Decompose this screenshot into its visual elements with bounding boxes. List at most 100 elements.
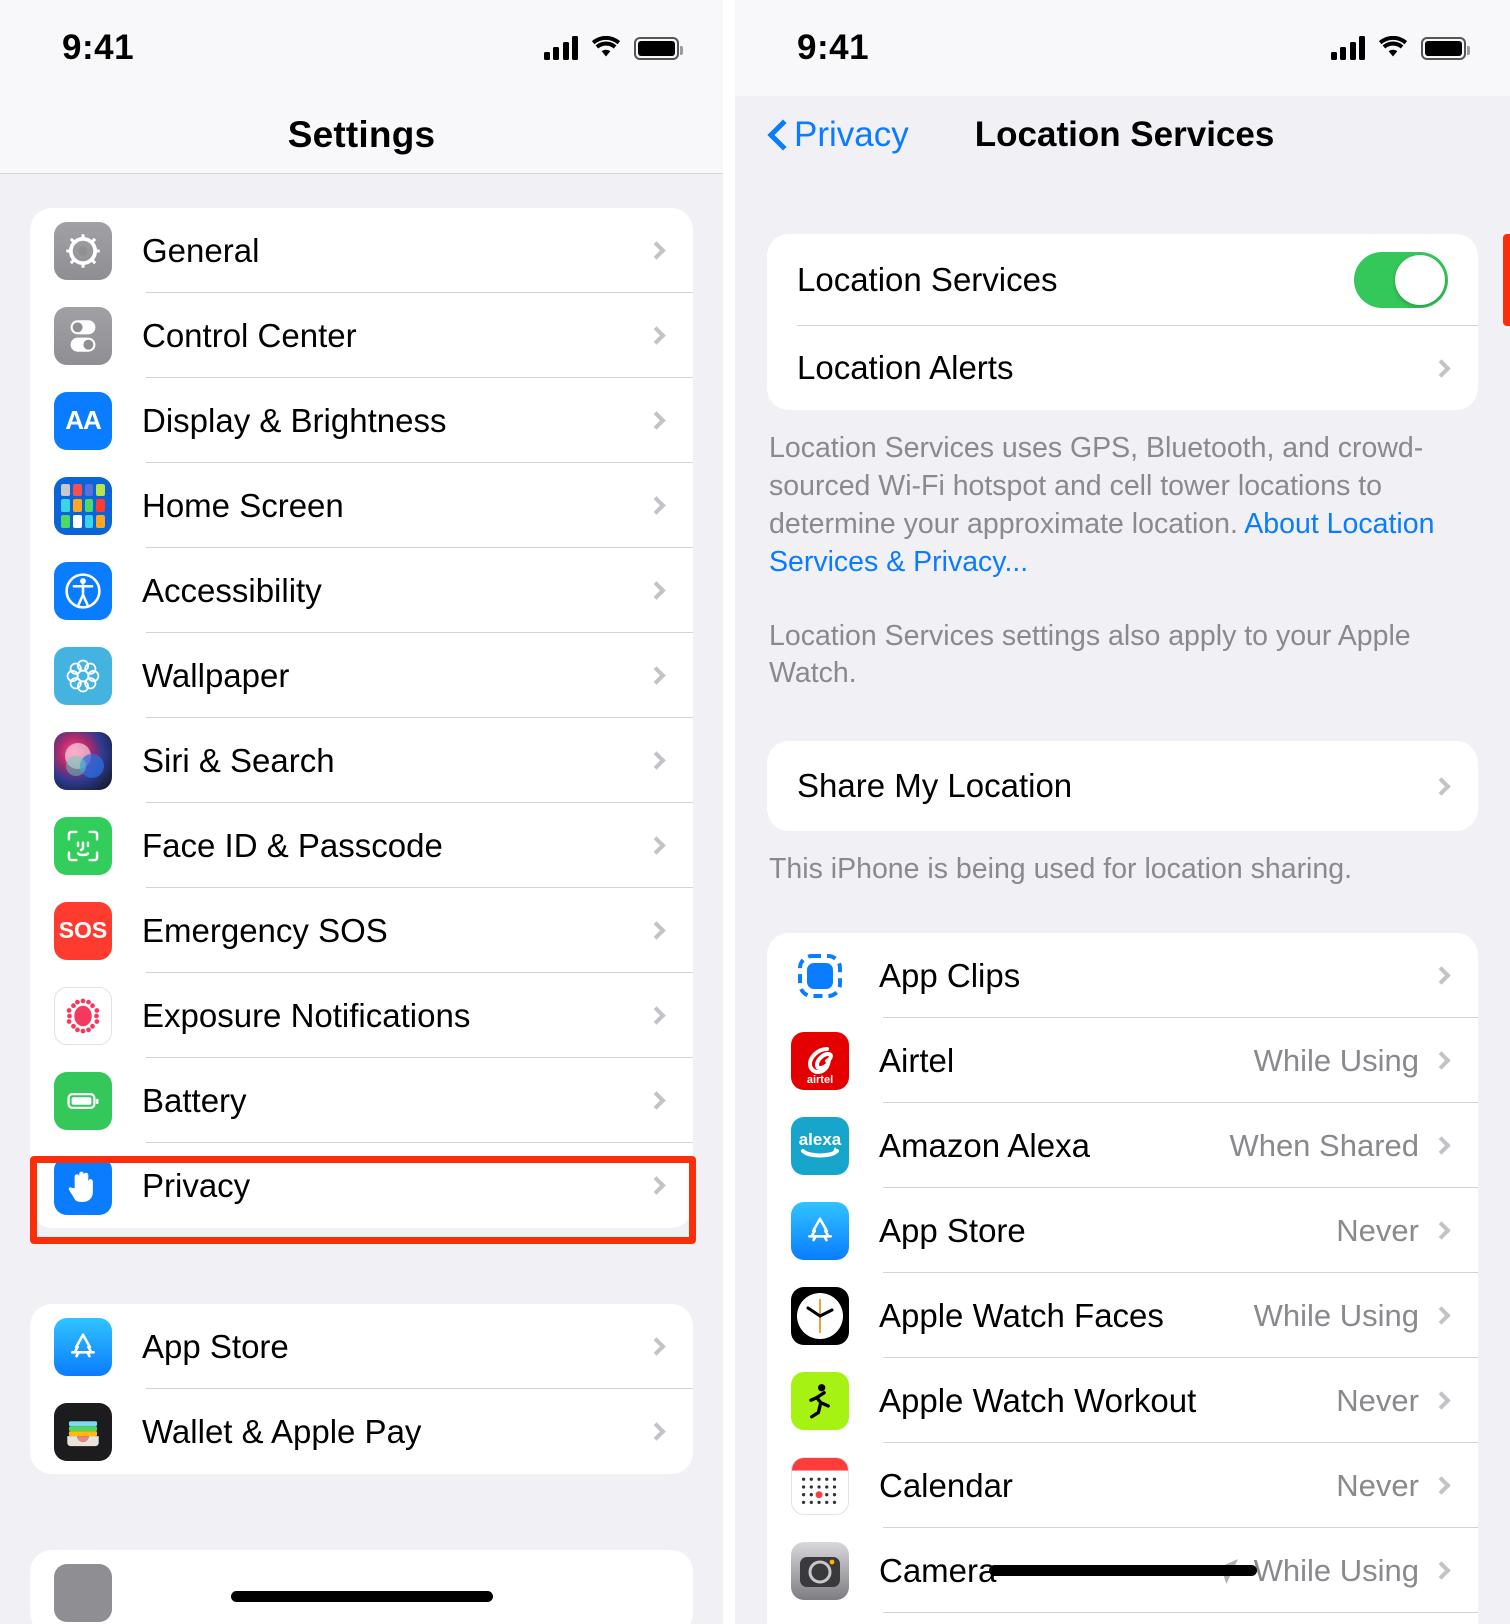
back-button-label: Privacy bbox=[794, 115, 909, 154]
sidebar-item-control-center[interactable]: Control Center bbox=[30, 293, 693, 378]
location-services-row[interactable]: Location Services bbox=[767, 234, 1478, 326]
settings-scroll-area[interactable]: General Control Center AA Display & Brig… bbox=[0, 174, 723, 1624]
location-services-nav-bar: Privacy Location Services bbox=[735, 96, 1510, 174]
chevron-right-icon bbox=[647, 241, 666, 260]
sidebar-item-label: Accessibility bbox=[142, 571, 322, 609]
location-services-toggle[interactable] bbox=[1354, 252, 1448, 308]
status-bar-left: 9:41 bbox=[0, 0, 723, 96]
sidebar-item-home-screen[interactable]: Home Screen bbox=[30, 463, 693, 548]
apple-watch-footnote: Location Services settings also apply to… bbox=[769, 619, 1411, 690]
sidebar-item-label: Face ID & Passcode bbox=[142, 826, 443, 864]
sidebar-item-label: Emergency SOS bbox=[142, 911, 388, 949]
sidebar-item-accessibility[interactable]: Accessibility bbox=[30, 548, 693, 633]
sidebar-item-label: App Store bbox=[142, 1327, 289, 1365]
chevron-right-icon bbox=[1432, 966, 1451, 985]
chevron-right-icon bbox=[1432, 1221, 1451, 1240]
sidebar-item-siri-search[interactable]: Siri & Search bbox=[30, 718, 693, 803]
list-item-value: When Shared bbox=[1229, 1127, 1419, 1163]
list-item[interactable]: Apple Watch Workout Never bbox=[767, 1358, 1478, 1444]
list-item[interactable]: App Clips bbox=[767, 933, 1478, 1019]
chevron-right-icon bbox=[647, 1176, 666, 1195]
chevron-right-icon bbox=[1432, 1561, 1451, 1580]
chevron-right-icon bbox=[647, 496, 666, 515]
emergency-sos-icon: SOS bbox=[54, 901, 112, 960]
chevron-right-icon bbox=[647, 836, 666, 855]
generic-app-icon bbox=[54, 1563, 112, 1622]
face-id-icon bbox=[54, 816, 112, 875]
list-item-value: Never bbox=[1336, 1382, 1419, 1418]
chevron-right-icon bbox=[647, 666, 666, 685]
sidebar-item-face-id-passcode[interactable]: Face ID & Passcode bbox=[30, 803, 693, 888]
sidebar-item-wallpaper[interactable]: Wallpaper bbox=[30, 633, 693, 718]
airtel-icon: airtel bbox=[791, 1031, 849, 1090]
status-time: 9:41 bbox=[62, 28, 135, 67]
list-item-label: App Clips bbox=[879, 956, 1021, 994]
toggle-knob bbox=[1395, 255, 1445, 305]
list-item[interactable]: App Store Never bbox=[767, 1188, 1478, 1274]
home-indicator bbox=[988, 1565, 1257, 1576]
back-button[interactable]: Privacy bbox=[769, 115, 909, 155]
share-my-location-label: Share My Location bbox=[797, 767, 1073, 805]
list-item-label: Apple Watch Workout bbox=[879, 1381, 1197, 1419]
page-title: Settings bbox=[287, 113, 436, 155]
amazon-alexa-icon: alexa bbox=[791, 1116, 849, 1175]
sidebar-item-emergency-sos[interactable]: SOS Emergency SOS bbox=[30, 888, 693, 973]
calendar-icon bbox=[791, 1456, 849, 1515]
cellular-bars-icon bbox=[1330, 36, 1365, 60]
chevron-right-icon bbox=[647, 921, 666, 940]
accessibility-icon bbox=[54, 561, 112, 620]
sidebar-item-exposure-notifications[interactable]: Exposure Notifications bbox=[30, 973, 693, 1058]
chevron-right-icon bbox=[1432, 358, 1451, 378]
sidebar-item-privacy[interactable]: Privacy bbox=[30, 1143, 693, 1228]
location-services-screen: 9:41 Privacy Location Services Location bbox=[735, 0, 1510, 1624]
sidebar-item-display-brightness[interactable]: AA Display & Brightness bbox=[30, 378, 693, 463]
list-item-label: App Store bbox=[879, 1211, 1026, 1249]
sidebar-item-wallet-apple-pay[interactable]: Wallet & Apple Pay bbox=[30, 1389, 693, 1474]
location-services-footnote: Location Services uses GPS, Bluetooth, a… bbox=[735, 410, 1510, 582]
status-time: 9:41 bbox=[797, 28, 870, 67]
home-indicator bbox=[230, 1591, 493, 1602]
settings-group-1: General Control Center AA Display & Brig… bbox=[30, 208, 693, 1228]
sidebar-item-label: Wallpaper bbox=[142, 656, 290, 694]
location-alerts-row[interactable]: Location Alerts bbox=[767, 326, 1478, 410]
list-item[interactable]: Calendar Never bbox=[767, 1443, 1478, 1529]
cellular-bars-icon bbox=[543, 36, 578, 60]
location-toggle-group: Location Services Location Alerts bbox=[767, 234, 1478, 410]
chevron-right-icon bbox=[647, 1091, 666, 1110]
share-my-location-row[interactable]: Share My Location bbox=[767, 741, 1478, 831]
list-item[interactable]: Apple Watch Faces While Using bbox=[767, 1273, 1478, 1359]
sidebar-item-general[interactable]: General bbox=[30, 208, 693, 293]
battery-settings-icon bbox=[54, 1071, 112, 1130]
list-item-value: While Using bbox=[1253, 1297, 1419, 1333]
chevron-right-icon bbox=[647, 751, 666, 770]
wifi-icon bbox=[1378, 35, 1408, 60]
settings-group-3-partial bbox=[30, 1550, 693, 1624]
list-item[interactable]: airtel Airtel While Using bbox=[767, 1018, 1478, 1104]
chevron-right-icon bbox=[1432, 777, 1451, 796]
sidebar-item-label: General bbox=[142, 231, 260, 269]
sidebar-item-label: Siri & Search bbox=[142, 741, 335, 779]
list-item-label: Calendar bbox=[879, 1466, 1013, 1504]
sidebar-item-label: Wallet & Apple Pay bbox=[142, 1412, 422, 1450]
sidebar-item-battery[interactable]: Battery bbox=[30, 1058, 693, 1143]
location-services-label: Location Services bbox=[797, 261, 1058, 298]
top-spacer bbox=[0, 174, 723, 208]
wifi-icon bbox=[591, 35, 621, 60]
sidebar-item-partial[interactable] bbox=[30, 1550, 693, 1624]
wallpaper-icon bbox=[54, 646, 112, 705]
privacy-hand-icon bbox=[54, 1156, 112, 1215]
location-services-scroll-area[interactable]: Location Services Location Alerts Locati… bbox=[735, 174, 1510, 1624]
chevron-right-icon bbox=[1432, 1476, 1451, 1495]
list-item[interactable]: 123691245781011 Clock Never bbox=[767, 1613, 1478, 1624]
sidebar-item-label: Privacy bbox=[142, 1166, 251, 1204]
list-item[interactable]: alexa Amazon Alexa When Shared bbox=[767, 1103, 1478, 1189]
control-center-icon bbox=[54, 306, 112, 365]
location-alerts-label: Location Alerts bbox=[797, 349, 1014, 386]
app-store-icon bbox=[791, 1201, 849, 1260]
sidebar-item-label: Display & Brightness bbox=[142, 401, 447, 439]
status-bar-right: 9:41 bbox=[735, 0, 1510, 96]
sidebar-item-app-store[interactable]: App Store bbox=[30, 1304, 693, 1389]
chevron-right-icon bbox=[647, 326, 666, 345]
settings-group-2: App Store Wallet & Apple Pay bbox=[30, 1304, 693, 1474]
battery-icon bbox=[634, 36, 683, 60]
